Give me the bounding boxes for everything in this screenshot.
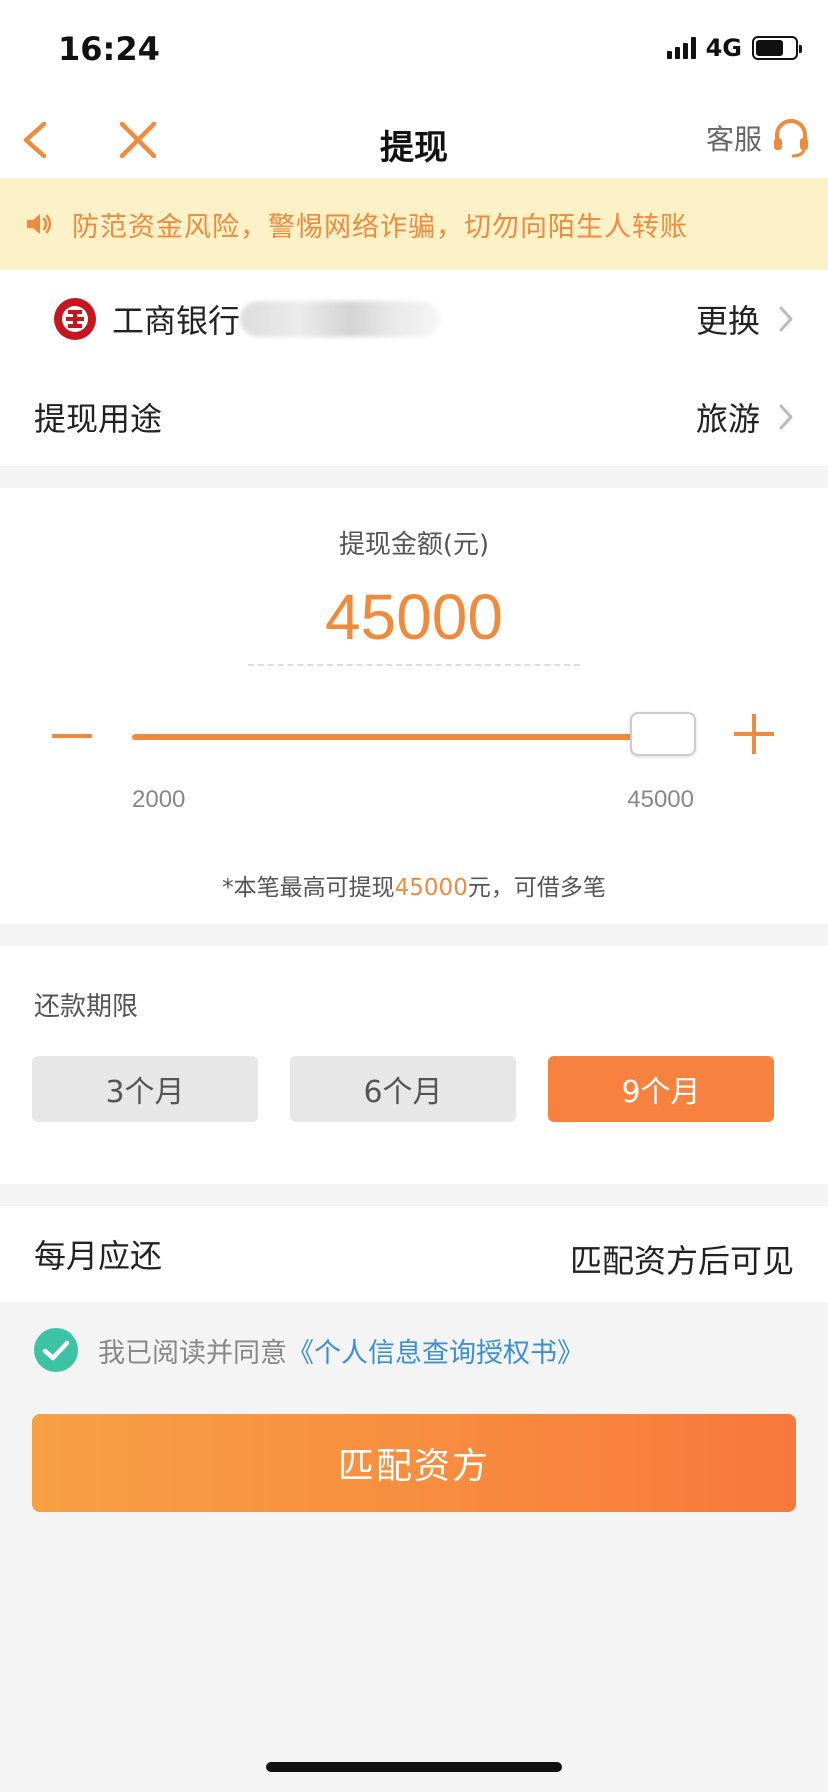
- home-indicator[interactable]: [266, 1762, 562, 1772]
- checkmark-circle-icon[interactable]: [32, 1326, 80, 1374]
- amount-underline: [248, 664, 580, 666]
- risk-notice-banner: 防范资金风险，警惕网络诈骗，切勿向陌生人转账: [0, 178, 828, 270]
- chevron-right-icon: [779, 404, 793, 430]
- agreement-text-wrap: 我已阅读并同意《个人信息查询授权书》: [98, 1331, 584, 1370]
- amount-slider-track[interactable]: [132, 734, 688, 740]
- match-funder-button[interactable]: 匹配资方: [32, 1414, 796, 1512]
- amount-note: *本笔最高可提现45000元，可借多笔: [0, 868, 828, 902]
- purpose-row[interactable]: 提现用途 旅游: [0, 368, 828, 466]
- amount-label: 提现金额(元): [338, 530, 490, 560]
- bank-card-section: 工商银行 更换 提现用途 旅游: [0, 270, 828, 466]
- change-bank-label: 更换: [695, 302, 760, 340]
- term-section: 还款期限 3个月 6个月 9个月: [0, 946, 828, 1184]
- change-bank-button[interactable]: 更换: [696, 270, 794, 368]
- slider-max-label: 45000: [627, 786, 694, 813]
- agreement-row: 我已阅读并同意《个人信息查询授权书》: [32, 1326, 584, 1374]
- nav-bar: 提现 客服: [0, 100, 828, 178]
- term-option-3-months[interactable]: 3个月: [32, 1056, 258, 1122]
- note-amount: 45000: [394, 875, 468, 901]
- monthly-repayment-row: 每月应还 匹配资方后可见: [0, 1206, 828, 1302]
- icbc-logo-icon: [54, 298, 96, 340]
- amount-section: 提现金额(元) 45000 2000 45000 *本笔最高可提现45000元，…: [0, 488, 828, 924]
- agreement-text: 我已阅读并同意: [98, 1337, 287, 1369]
- status-bar: 16:24 4G: [0, 0, 828, 100]
- status-indicators: 4G: [666, 34, 802, 62]
- customer-service-label: 客服: [705, 123, 762, 156]
- bank-row[interactable]: 工商银行 更换: [0, 270, 828, 368]
- slider-min-label: 2000: [132, 786, 186, 813]
- notice-text: 防范资金风险，警惕网络诈骗，切勿向陌生人转账: [72, 211, 688, 243]
- term-label: 还款期限: [34, 992, 139, 1022]
- status-time: 16:24: [58, 30, 160, 68]
- bank-name: 工商银行: [112, 302, 241, 340]
- note-suffix: 元，可借多笔: [467, 875, 606, 901]
- amount-slider-fill: [132, 734, 657, 740]
- battery-icon: [752, 36, 802, 60]
- monthly-label: 每月应还: [34, 1237, 163, 1275]
- amount-slider-thumb[interactable]: [630, 712, 696, 756]
- decrease-button[interactable]: [52, 734, 92, 738]
- term-options: 3个月 6个月 9个月: [32, 1056, 774, 1122]
- monthly-value: 匹配资方后可见: [569, 1242, 794, 1280]
- headset-icon: [774, 119, 808, 158]
- purpose-selector[interactable]: 旅游: [696, 368, 794, 466]
- signal-icon: [666, 37, 696, 59]
- term-option-6-months[interactable]: 6个月: [290, 1056, 516, 1122]
- page-title: 提现: [380, 128, 448, 168]
- purpose-value: 旅游: [695, 400, 760, 438]
- network-type: 4G: [705, 34, 742, 62]
- amount-value[interactable]: 45000: [0, 580, 828, 654]
- chevron-right-icon: [779, 306, 793, 332]
- note-prefix: *本笔最高可提现: [222, 875, 395, 901]
- speaker-icon: [27, 214, 52, 234]
- increase-button[interactable]: [734, 714, 774, 754]
- customer-service-button[interactable]: 客服: [706, 118, 810, 158]
- masked-card-number: [240, 301, 441, 337]
- term-option-9-months[interactable]: 9个月: [548, 1056, 774, 1122]
- agreement-link[interactable]: 《个人信息查询授权书》: [287, 1338, 584, 1369]
- purpose-label: 提现用途: [34, 400, 163, 438]
